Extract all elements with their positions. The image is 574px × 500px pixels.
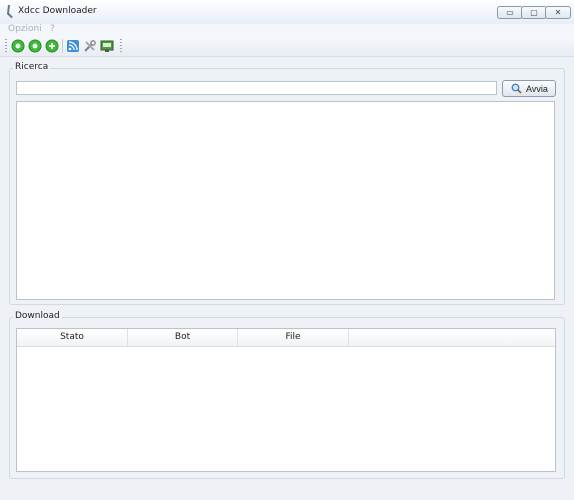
search-input[interactable] <box>16 81 497 95</box>
download-group-label: Download <box>13 311 62 321</box>
rss-feed-icon[interactable] <box>66 39 80 53</box>
menu-bar: Opzioni ? <box>0 24 574 36</box>
column-header-file[interactable]: File <box>238 329 349 346</box>
window-title: Xdcc Downloader <box>18 6 97 16</box>
green-circle-icon[interactable] <box>11 39 25 53</box>
green-circle-icon[interactable] <box>28 39 42 53</box>
search-results-list[interactable] <box>16 101 555 300</box>
column-header-bot[interactable]: Bot <box>128 329 238 346</box>
menu-help[interactable]: ? <box>50 24 55 34</box>
monitor-icon[interactable] <box>100 39 114 53</box>
app-icon <box>7 5 13 18</box>
toolbar-grip[interactable] <box>5 39 7 53</box>
tools-icon[interactable] <box>83 39 97 53</box>
table-header: Stato Bot File <box>17 329 555 347</box>
toolbar-separator <box>62 39 63 53</box>
maximize-button[interactable]: ▢ <box>521 6 547 19</box>
title-bar: Xdcc Downloader ▭ ▢ ✕ <box>0 0 574 25</box>
magnifier-icon <box>511 83 522 94</box>
search-button[interactable]: Avvia <box>502 80 556 97</box>
download-table[interactable]: Stato Bot File <box>16 328 556 472</box>
toolbar-grip <box>120 39 122 53</box>
toolbar <box>0 36 574 57</box>
menu-opzioni[interactable]: Opzioni <box>8 24 42 34</box>
search-group-label: Ricerca <box>13 62 51 72</box>
column-header-stato[interactable]: Stato <box>17 329 128 346</box>
minimize-button[interactable]: ▭ <box>497 6 523 19</box>
close-button[interactable]: ✕ <box>545 6 571 19</box>
search-button-label: Avvia <box>526 84 548 94</box>
status-bar <box>0 482 574 500</box>
green-circle-icon[interactable] <box>45 39 59 53</box>
